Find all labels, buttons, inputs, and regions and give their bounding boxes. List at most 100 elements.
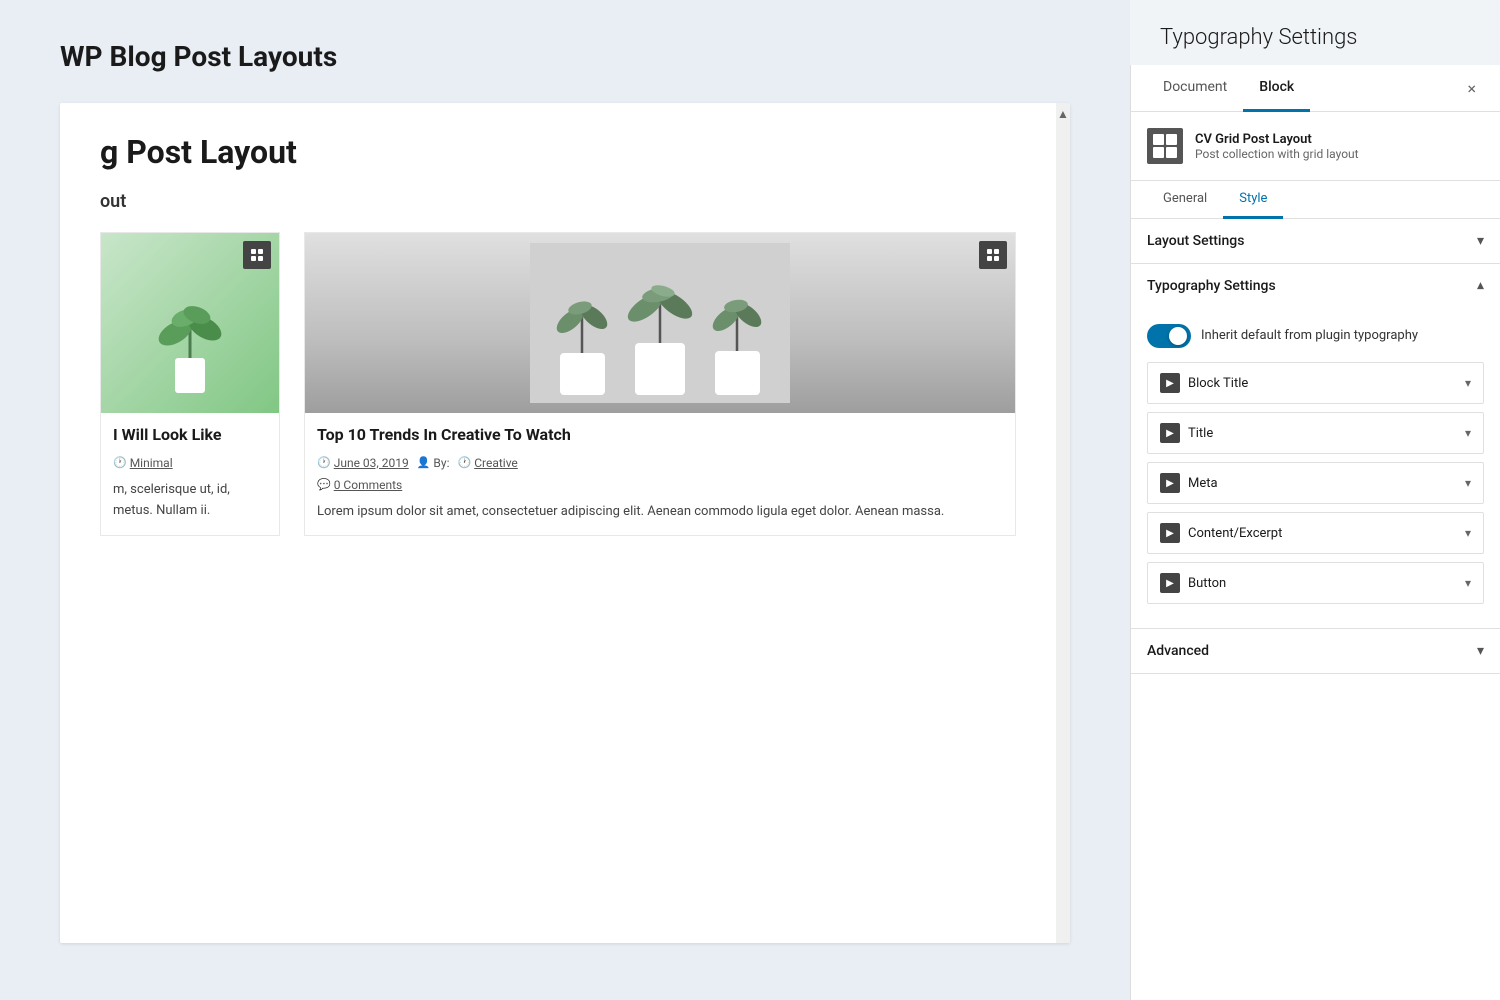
- title-arrow: ▶: [1166, 428, 1174, 439]
- accordion-advanced: Advanced ▾: [1131, 629, 1500, 674]
- post-subheading-partial: out: [100, 191, 1016, 212]
- block-title-expand-icon: ▶: [1160, 373, 1180, 393]
- toggle-track: [1147, 324, 1191, 348]
- title-chevron: ▾: [1465, 426, 1471, 440]
- sub-tabs: General Style: [1131, 181, 1500, 219]
- meta-arrow: ▶: [1166, 478, 1174, 489]
- clock-icon-3: 🕐: [457, 456, 471, 469]
- typography-settings-header[interactable]: Typography Settings ▾: [1131, 264, 1500, 308]
- clock-icon-2: 🕐: [317, 456, 331, 469]
- post-2-comments: 💬 0 Comments: [317, 478, 1003, 492]
- accordion-typography: Typography Settings ▾ Inherit default fr…: [1131, 264, 1500, 629]
- block-heading-partial: g Post Layout: [100, 133, 1016, 171]
- main-content-area: WP Blog Post Layouts ▲ g Post Layout out: [0, 0, 1130, 1000]
- panel-top-title: Typography Settings: [1130, 0, 1500, 65]
- right-panel: Typography Settings Document Block × CV …: [1130, 0, 1500, 1000]
- title-label: Title: [1188, 426, 1457, 441]
- sub-accordion-content-excerpt: ▶ Content/Excerpt ▾: [1147, 512, 1484, 554]
- post-card-2: Top 10 Trends In Creative To Watch 🕐 Jun…: [304, 232, 1016, 536]
- scroll-up-arrow[interactable]: ▲: [1057, 107, 1069, 121]
- panel-close-button[interactable]: ×: [1459, 71, 1484, 106]
- sub-accordion-meta: ▶ Meta ▾: [1147, 462, 1484, 504]
- post-2-author-label: By:: [433, 456, 449, 470]
- panel-tabs: Document Block ×: [1131, 65, 1500, 112]
- clock-icon-1: 🕐: [113, 456, 127, 469]
- plant-svg-1: [145, 273, 235, 403]
- block-info-text: CV Grid Post Layout Post collection with…: [1195, 132, 1359, 161]
- toggle-thumb: [1169, 327, 1187, 345]
- sub-accordion-title-header[interactable]: ▶ Title ▾: [1148, 413, 1483, 453]
- content-chevron: ▾: [1465, 526, 1471, 540]
- post-2-comments-link[interactable]: 0 Comments: [334, 478, 403, 492]
- layout-settings-label: Layout Settings: [1147, 233, 1244, 249]
- post-card-1: I Will Look Like 🕐 Minimal m, scelerisqu…: [100, 232, 280, 536]
- block-title-label: Block Title: [1188, 376, 1457, 391]
- sub-accordion-button: ▶ Button ▾: [1147, 562, 1484, 604]
- post-2-excerpt: Lorem ipsum dolor sit amet, consectetuer…: [317, 502, 1003, 523]
- post-2-body: Top 10 Trends In Creative To Watch 🕐 Jun…: [305, 413, 1015, 535]
- typography-settings-label: Typography Settings: [1147, 278, 1276, 294]
- accordion-layout-settings: Layout Settings ▾: [1131, 219, 1500, 264]
- tab-block[interactable]: Block: [1243, 65, 1310, 112]
- inherit-typography-toggle[interactable]: [1147, 324, 1191, 348]
- button-arrow: ▶: [1166, 578, 1174, 589]
- person-icon: 👤: [417, 456, 431, 469]
- sub-accordion-title: ▶ Title ▾: [1147, 412, 1484, 454]
- settings-panel: Document Block × CV Grid Post Layout Pos…: [1130, 65, 1500, 1000]
- advanced-chevron: ▾: [1477, 643, 1484, 659]
- meta-expand-icon: ▶: [1160, 473, 1180, 493]
- post-1-category-link[interactable]: Minimal: [130, 456, 173, 470]
- scroll-bar[interactable]: ▲: [1056, 103, 1070, 943]
- typography-settings-content: Inherit default from plugin typography ▶…: [1131, 308, 1500, 628]
- post-1-icon-btn[interactable]: [243, 241, 271, 269]
- button-label: Button: [1188, 576, 1457, 591]
- post-1-body: I Will Look Like 🕐 Minimal m, scelerisqu…: [101, 413, 279, 533]
- tab-document[interactable]: Document: [1147, 65, 1243, 112]
- block-info: CV Grid Post Layout Post collection with…: [1131, 112, 1500, 181]
- inherit-typography-toggle-row: Inherit default from plugin typography: [1147, 324, 1484, 348]
- post-2-author: 👤 By:: [417, 456, 450, 470]
- subtab-general[interactable]: General: [1147, 181, 1223, 219]
- editor-canvas: ▲ g Post Layout out: [60, 103, 1070, 943]
- post-2-icon-btn[interactable]: [979, 241, 1007, 269]
- posts-grid: I Will Look Like 🕐 Minimal m, scelerisqu…: [100, 232, 1016, 536]
- post-1-category: 🕐 Minimal: [113, 456, 173, 470]
- typography-settings-chevron: ▾: [1477, 278, 1484, 294]
- post-1-title: I Will Look Like: [113, 425, 267, 446]
- block-icon-cell-4: [1166, 147, 1177, 158]
- sub-accordion-button-header[interactable]: ▶ Button ▾: [1148, 563, 1483, 603]
- block-title-chevron: ▾: [1465, 376, 1471, 390]
- post-2-meta: 🕐 June 03, 2019 👤 By: 🕐 Creative: [317, 456, 1003, 492]
- toggle-label: Inherit default from plugin typography: [1201, 327, 1418, 345]
- post-2-date: 🕐 June 03, 2019: [317, 456, 409, 470]
- layout-settings-header[interactable]: Layout Settings ▾: [1131, 219, 1500, 263]
- content-excerpt-label: Content/Excerpt: [1188, 526, 1457, 541]
- post-icon-svg-2: [986, 248, 1000, 262]
- block-name: CV Grid Post Layout: [1195, 132, 1359, 147]
- post-image-2: [305, 233, 1015, 413]
- post-2-date-link[interactable]: June 03, 2019: [334, 456, 409, 470]
- meta-label: Meta: [1188, 476, 1457, 491]
- advanced-header[interactable]: Advanced ▾: [1131, 629, 1500, 673]
- post-icon-svg: [250, 248, 264, 262]
- advanced-label: Advanced: [1147, 643, 1209, 659]
- content-expand-icon: ▶: [1160, 523, 1180, 543]
- post-image-1: [101, 233, 279, 413]
- sub-accordion-block-title: ▶ Block Title ▾: [1147, 362, 1484, 404]
- sub-accordion-block-title-header[interactable]: ▶ Block Title ▾: [1148, 363, 1483, 403]
- post-1-excerpt: m, scelerisque ut, id, metus. Nullam ii.: [113, 480, 267, 522]
- post-2-title: Top 10 Trends In Creative To Watch: [317, 425, 1003, 446]
- block-description: Post collection with grid layout: [1195, 147, 1359, 161]
- title-expand-icon: ▶: [1160, 423, 1180, 443]
- meta-chevron: ▾: [1465, 476, 1471, 490]
- page-title: WP Blog Post Layouts: [60, 40, 1070, 73]
- post-2-category: 🕐 Creative: [457, 456, 517, 470]
- block-title-arrow: ▶: [1166, 378, 1174, 389]
- post-2-category-link[interactable]: Creative: [474, 456, 518, 470]
- sub-accordion-meta-header[interactable]: ▶ Meta ▾: [1148, 463, 1483, 503]
- sub-accordion-content-excerpt-header[interactable]: ▶ Content/Excerpt ▾: [1148, 513, 1483, 553]
- subtab-style[interactable]: Style: [1223, 181, 1283, 219]
- block-icon-cell-1: [1153, 134, 1164, 145]
- comment-icon: 💬: [317, 478, 331, 491]
- block-icon: [1147, 128, 1183, 164]
